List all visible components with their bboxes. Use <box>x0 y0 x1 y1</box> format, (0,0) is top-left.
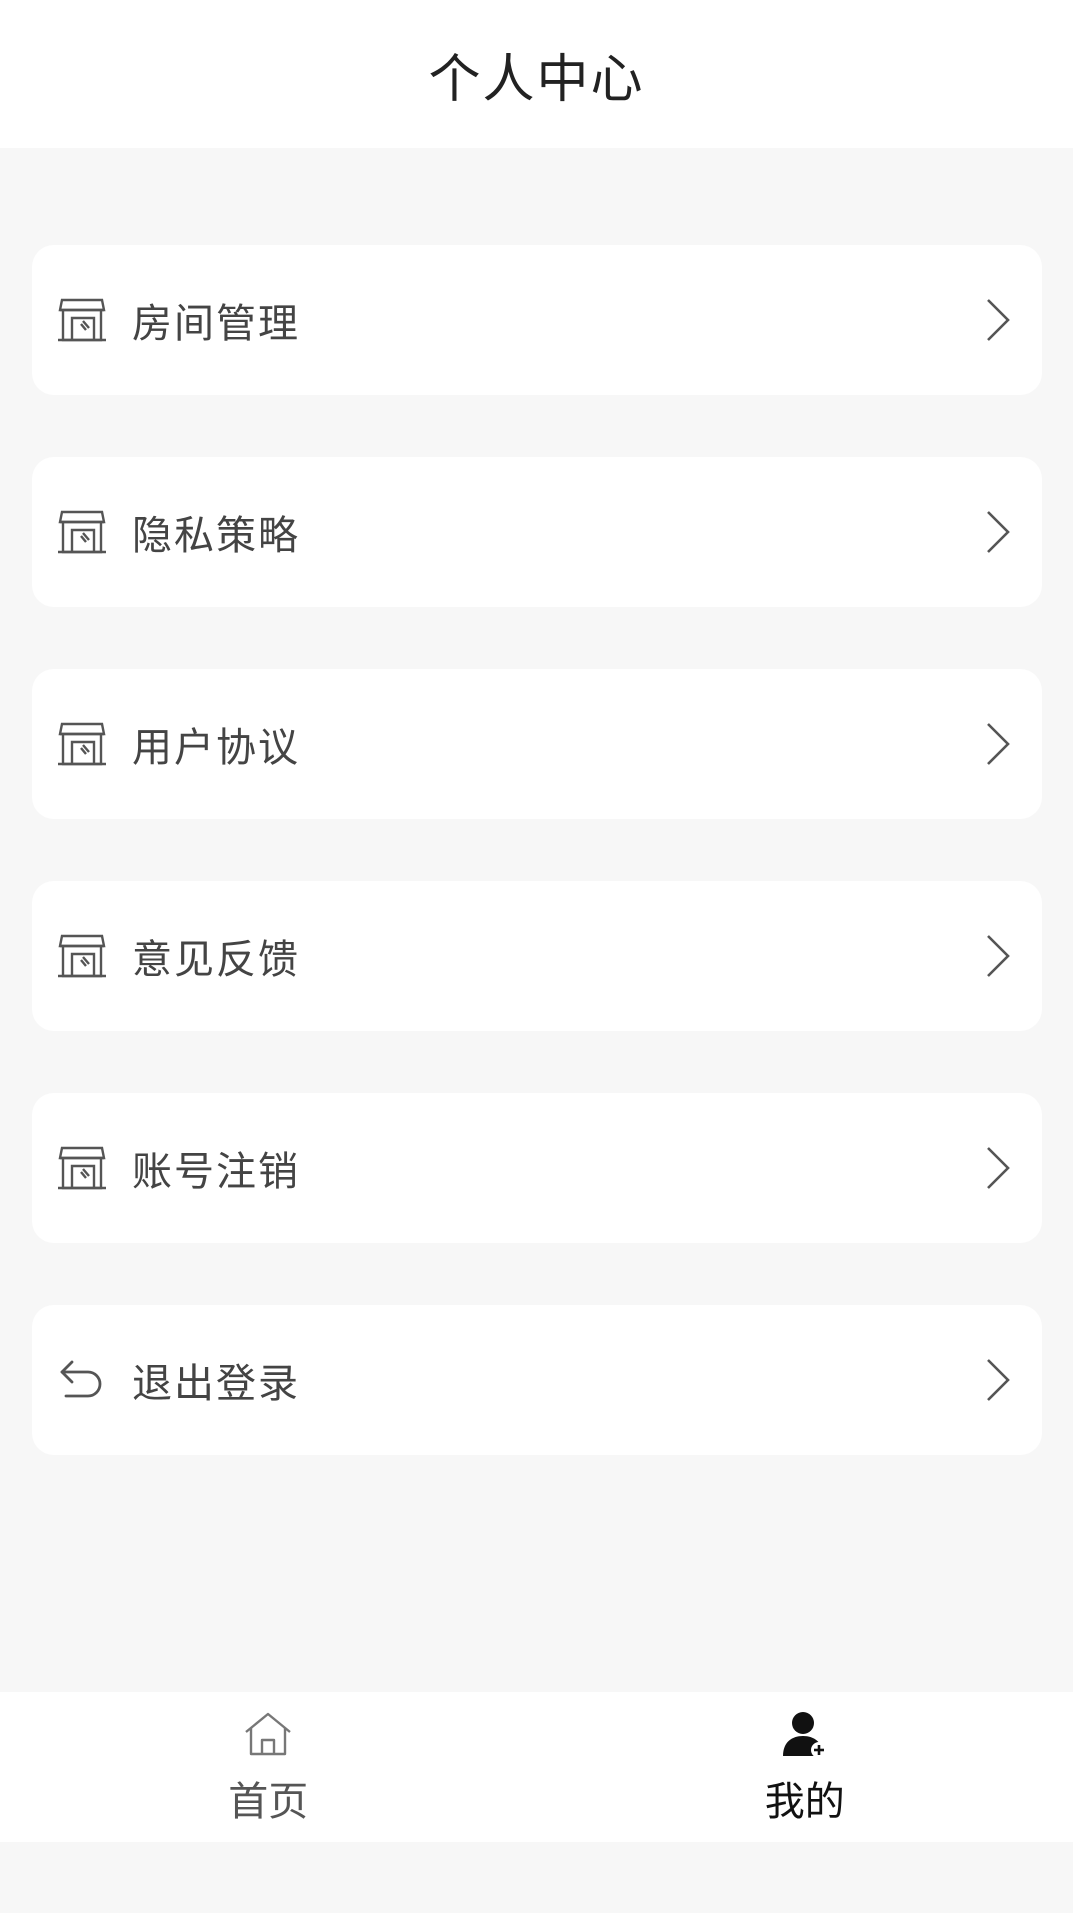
menu-item-label: 退出登录 <box>132 1361 300 1407</box>
chevron-right-icon <box>987 723 1010 765</box>
chevron-right-icon <box>987 1359 1010 1401</box>
menu-item-label: 房间管理 <box>132 301 300 347</box>
chevron-right-icon <box>987 511 1010 553</box>
home-icon <box>241 1707 295 1761</box>
settings-menu: 房间管理 隐私策略 用户协议 意见反馈 账号注销 退出登录 <box>32 245 1042 1517</box>
menu-item-label: 用户协议 <box>132 725 300 771</box>
tab-home[interactable]: 首页 <box>0 1692 537 1842</box>
page-header: 个人中心 <box>0 0 1073 148</box>
store-icon <box>56 1143 108 1193</box>
chevron-right-icon <box>987 935 1010 977</box>
menu-item-logout[interactable]: 退出登录 <box>32 1305 1042 1455</box>
chevron-right-icon <box>987 299 1010 341</box>
store-icon <box>56 295 108 345</box>
menu-item-delete-account[interactable]: 账号注销 <box>32 1093 1042 1243</box>
tab-mine[interactable]: 我的 <box>537 1692 1073 1842</box>
menu-item-room-management[interactable]: 房间管理 <box>32 245 1042 395</box>
store-icon <box>56 931 108 981</box>
chevron-right-icon <box>987 1147 1010 1189</box>
user-add-icon <box>778 1707 832 1761</box>
store-icon <box>56 507 108 557</box>
bottom-tab-bar: 首页 我的 <box>0 1692 1073 1842</box>
tab-label: 我的 <box>764 1779 845 1825</box>
undo-arrow-icon <box>56 1355 108 1405</box>
menu-item-label: 账号注销 <box>132 1149 300 1195</box>
menu-item-feedback[interactable]: 意见反馈 <box>32 881 1042 1031</box>
menu-item-label: 意见反馈 <box>132 937 300 983</box>
menu-item-privacy-policy[interactable]: 隐私策略 <box>32 457 1042 607</box>
menu-item-user-agreement[interactable]: 用户协议 <box>32 669 1042 819</box>
tab-label: 首页 <box>228 1779 309 1825</box>
menu-item-label: 隐私策略 <box>132 513 300 559</box>
store-icon <box>56 719 108 769</box>
page-title: 个人中心 <box>428 49 645 110</box>
